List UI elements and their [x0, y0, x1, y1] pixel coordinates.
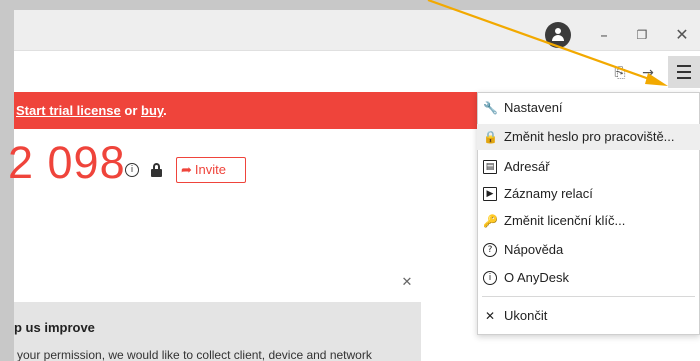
menu-item-help[interactable]: ? Nápověda — [477, 237, 700, 263]
address-book-icon: ▤ — [483, 160, 497, 174]
banner-middle: or — [120, 103, 142, 118]
main-menu-button[interactable] — [668, 56, 700, 88]
restore-button[interactable]: ❐ — [628, 21, 656, 49]
banner-suffix: . — [163, 103, 167, 118]
buy-link[interactable]: buy — [141, 103, 163, 118]
info-icon: i — [483, 271, 497, 285]
menu-item-label: Ukončit — [504, 308, 548, 323]
panel-text: your permission, we would like to collec… — [17, 348, 372, 361]
forward-arrow-icon[interactable]: → — [637, 62, 659, 84]
desk-id: 2 098 — [8, 137, 126, 188]
menu-item-label: O AnyDesk — [504, 270, 570, 285]
menu-item-label: Záznamy relací — [504, 186, 593, 201]
address-bar[interactable] — [14, 50, 700, 92]
exit-icon: ✕ — [484, 309, 496, 323]
menu-item-change-license-key[interactable]: 🔑 Změnit licenční klíč... — [477, 208, 700, 234]
help-icon: ? — [483, 243, 497, 257]
menu-item-about[interactable]: i O AnyDesk — [477, 265, 700, 291]
menu-item-address-book[interactable]: ▤ Adresář — [477, 154, 700, 180]
menu-item-label: Adresář — [504, 159, 550, 174]
invite-button[interactable]: ➦ Invite — [176, 157, 246, 183]
share-arrow-icon: ➦ — [181, 163, 192, 178]
invite-label: Invite — [194, 162, 226, 177]
menu-divider — [482, 296, 695, 297]
menu-item-settings[interactable]: 🔧 Nastavení — [477, 95, 700, 121]
lock-icon: 🔒 — [483, 130, 498, 144]
menu-item-label: Změnit licenční klíč... — [504, 213, 626, 228]
hamburger-icon — [677, 65, 691, 67]
user-avatar-icon[interactable] — [545, 22, 571, 48]
window-border-top — [0, 0, 700, 10]
menu-item-label: Nastavení — [504, 100, 563, 115]
info-icon[interactable]: i — [125, 163, 139, 177]
menu-item-change-password[interactable]: 🔒 Změnit heslo pro pracoviště... — [477, 124, 700, 150]
lock-icon[interactable] — [151, 163, 162, 177]
share-icon[interactable]: ⎘ — [609, 62, 631, 84]
play-icon: ▶ — [483, 187, 497, 201]
panel-close-icon[interactable]: ✕ — [399, 275, 415, 291]
start-trial-link[interactable]: Start trial license — [16, 103, 121, 118]
close-window-button[interactable]: ✕ — [668, 21, 696, 49]
menu-item-exit[interactable]: ✕ Ukončit — [477, 303, 700, 329]
panel-title: p us improve — [14, 320, 95, 335]
key-icon: 🔑 — [483, 214, 498, 228]
menu-item-label: Změnit heslo pro pracoviště... — [504, 129, 675, 144]
menu-item-label: Nápověda — [504, 242, 564, 257]
menu-item-session-recordings[interactable]: ▶ Záznamy relací — [477, 181, 700, 207]
wrench-icon: 🔧 — [483, 101, 498, 115]
minimize-button[interactable]: – — [590, 21, 618, 49]
